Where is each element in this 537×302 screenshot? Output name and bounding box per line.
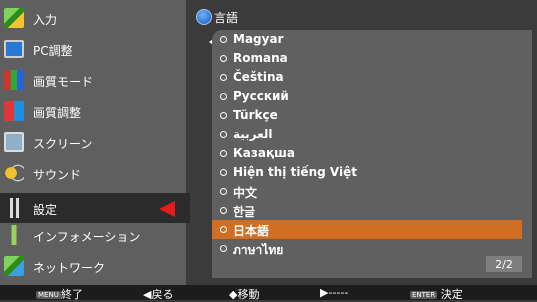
language-option-magyar[interactable]: Magyar: [212, 30, 522, 49]
menu-item-label: サウンド: [33, 168, 82, 182]
language-label: Русский: [233, 89, 289, 103]
network-icon: [4, 256, 24, 276]
sound-icon: [4, 163, 24, 183]
menu-item-pc-adjust[interactable]: PC調整: [0, 34, 186, 64]
radio-bullet-icon: [220, 74, 227, 81]
footer-exit-label: 終了: [60, 288, 83, 301]
language-option-vietnamese[interactable]: Hiện thị tiếng Việt: [212, 163, 522, 182]
language-option-kazakh[interactable]: Казақша: [212, 144, 522, 163]
radio-bullet-icon: [220, 93, 227, 100]
menu-item-label: インフォメーション: [33, 230, 141, 244]
language-option-turkce[interactable]: Türkçe: [212, 106, 522, 125]
language-label: Magyar: [233, 32, 284, 46]
language-option-chinese[interactable]: 中文: [212, 182, 522, 201]
panel-title: 言語: [214, 11, 239, 25]
page-indicator: 2/2: [486, 256, 522, 272]
radio-bullet-icon: [220, 226, 227, 233]
globe-icon: [196, 9, 212, 25]
menu-item-label: 入力: [33, 13, 58, 27]
input-icon: [4, 8, 24, 28]
language-label: العربية: [233, 127, 273, 141]
menu-item-image-adjust[interactable]: 画質調整: [0, 96, 186, 126]
menu-item-label: PC調整: [33, 44, 73, 58]
radio-bullet-icon: [220, 112, 227, 119]
language-label: Казақша: [233, 146, 295, 160]
language-panel: 言語 Magyar Romana Čeština Русский Türkçe …: [190, 0, 537, 285]
language-options: Magyar Romana Čeština Русский Türkçe الع…: [212, 30, 522, 258]
menu-item-label: 画質調整: [33, 106, 82, 120]
radio-bullet-icon: [220, 150, 227, 157]
footer-right: ▶-----: [320, 286, 349, 299]
language-option-cestina[interactable]: Čeština: [212, 68, 522, 87]
language-label: 中文: [233, 186, 258, 200]
menu-item-input[interactable]: 入力: [0, 3, 186, 33]
menu-item-network[interactable]: ネットワーク: [0, 251, 186, 281]
language-option-japanese[interactable]: 日本語: [212, 220, 522, 239]
language-option-arabic[interactable]: العربية: [212, 125, 522, 144]
menu-item-information[interactable]: インフォメーション: [0, 220, 186, 250]
selected-pointer-icon: [159, 201, 175, 217]
language-list: Magyar Romana Čeština Русский Türkçe الع…: [212, 30, 532, 278]
settings-icon: [4, 198, 24, 218]
language-label: Romana: [233, 51, 288, 65]
footer-guide: MENU 終了 ◀戻る ◆移動 ▶----- ENTER 決定: [0, 285, 537, 301]
screen-icon: [4, 132, 24, 152]
pc-adjust-icon: [4, 40, 24, 58]
image-mode-icon: [4, 70, 24, 90]
language-label: 日本語: [233, 224, 270, 238]
menu-item-label: ネットワーク: [33, 261, 106, 275]
menu-key-badge: MENU: [36, 291, 61, 299]
radio-bullet-icon: [220, 169, 227, 176]
language-label: Čeština: [233, 70, 284, 84]
language-label: 한글: [233, 205, 256, 219]
radio-bullet-icon: [220, 207, 227, 214]
image-adjust-icon: [4, 101, 24, 121]
menu-item-image-mode[interactable]: 画質モード: [0, 65, 186, 95]
menu-item-label: 設定: [33, 203, 58, 217]
panel-header: 言語: [190, 6, 537, 26]
radio-bullet-icon: [220, 55, 227, 62]
language-option-russian[interactable]: Русский: [212, 87, 522, 106]
information-icon: [4, 225, 24, 245]
radio-bullet-icon: [220, 188, 227, 195]
menu-item-sound[interactable]: サウンド: [0, 158, 186, 188]
menu-item-label: 画質モード: [33, 75, 94, 89]
footer-enter-label: 決定: [440, 288, 463, 301]
language-option-korean[interactable]: 한글: [212, 201, 522, 220]
main-menu: 入力 PC調整 画質モード 画質調整 スクリーン サウンド 設定 インフォメーシ…: [0, 0, 194, 285]
radio-bullet-icon: [220, 36, 227, 43]
enter-key-badge: ENTER: [410, 291, 438, 299]
menu-item-label: スクリーン: [33, 137, 93, 151]
projector-osd: 入力 PC調整 画質モード 画質調整 スクリーン サウンド 設定 インフォメーシ…: [0, 0, 537, 301]
radio-bullet-icon: [220, 131, 227, 138]
language-option-romana[interactable]: Romana: [212, 49, 522, 68]
language-option-thai[interactable]: ภาษาไทย: [212, 239, 522, 258]
language-label: Hiện thị tiếng Việt: [233, 165, 357, 179]
language-label: ภาษาไทย: [233, 243, 284, 257]
menu-item-screen[interactable]: スクリーン: [0, 127, 186, 157]
radio-bullet-icon: [220, 245, 227, 252]
language-label: Türkçe: [233, 108, 278, 122]
